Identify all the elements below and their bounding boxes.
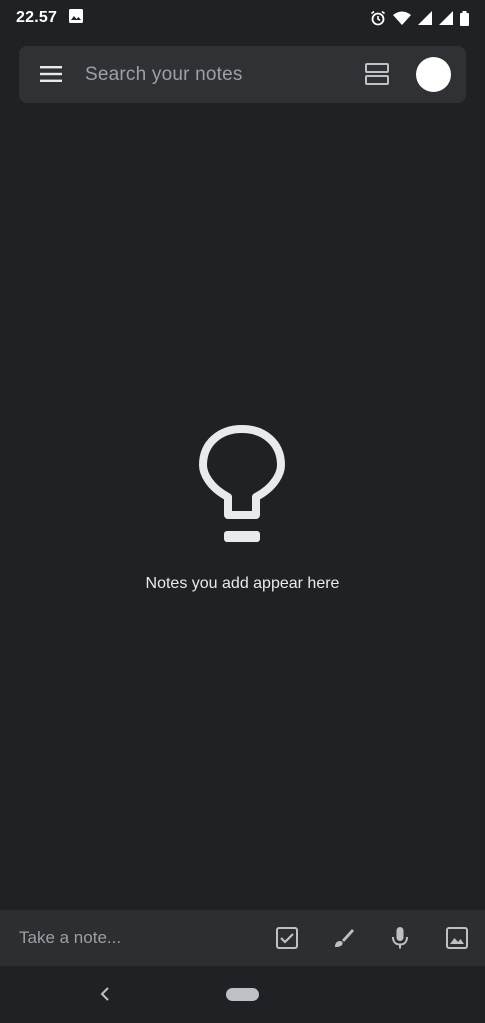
image-notification-icon	[69, 8, 84, 28]
battery-icon	[460, 10, 469, 26]
bottom-bar: Take a note...	[0, 910, 485, 966]
screen: 22.57 Search your notes Notes you add ap…	[0, 0, 485, 1023]
home-pill[interactable]	[226, 988, 259, 1001]
search-input[interactable]: Search your notes	[85, 46, 243, 103]
status-bar: 22.57	[0, 0, 485, 36]
wifi-icon	[393, 11, 411, 25]
back-icon[interactable]	[97, 984, 113, 1004]
empty-state-text: Notes you add appear here	[145, 575, 340, 592]
search-bar[interactable]: Search your notes	[19, 46, 466, 103]
take-note-input[interactable]: Take a note...	[19, 910, 121, 966]
brush-icon[interactable]	[332, 926, 356, 950]
mic-icon[interactable]	[388, 926, 412, 950]
checkbox-icon[interactable]	[275, 926, 299, 950]
status-left: 22.57	[16, 8, 84, 28]
status-time: 22.57	[16, 9, 58, 26]
layout-toggle-icon[interactable]	[365, 63, 389, 85]
alarm-icon	[370, 10, 386, 26]
lightbulb-icon	[199, 425, 285, 545]
signal-icon	[439, 11, 453, 25]
status-right	[370, 10, 469, 26]
signal-icon	[418, 11, 432, 25]
menu-icon[interactable]	[40, 65, 62, 83]
image-icon[interactable]	[445, 926, 469, 950]
avatar[interactable]	[416, 57, 451, 92]
